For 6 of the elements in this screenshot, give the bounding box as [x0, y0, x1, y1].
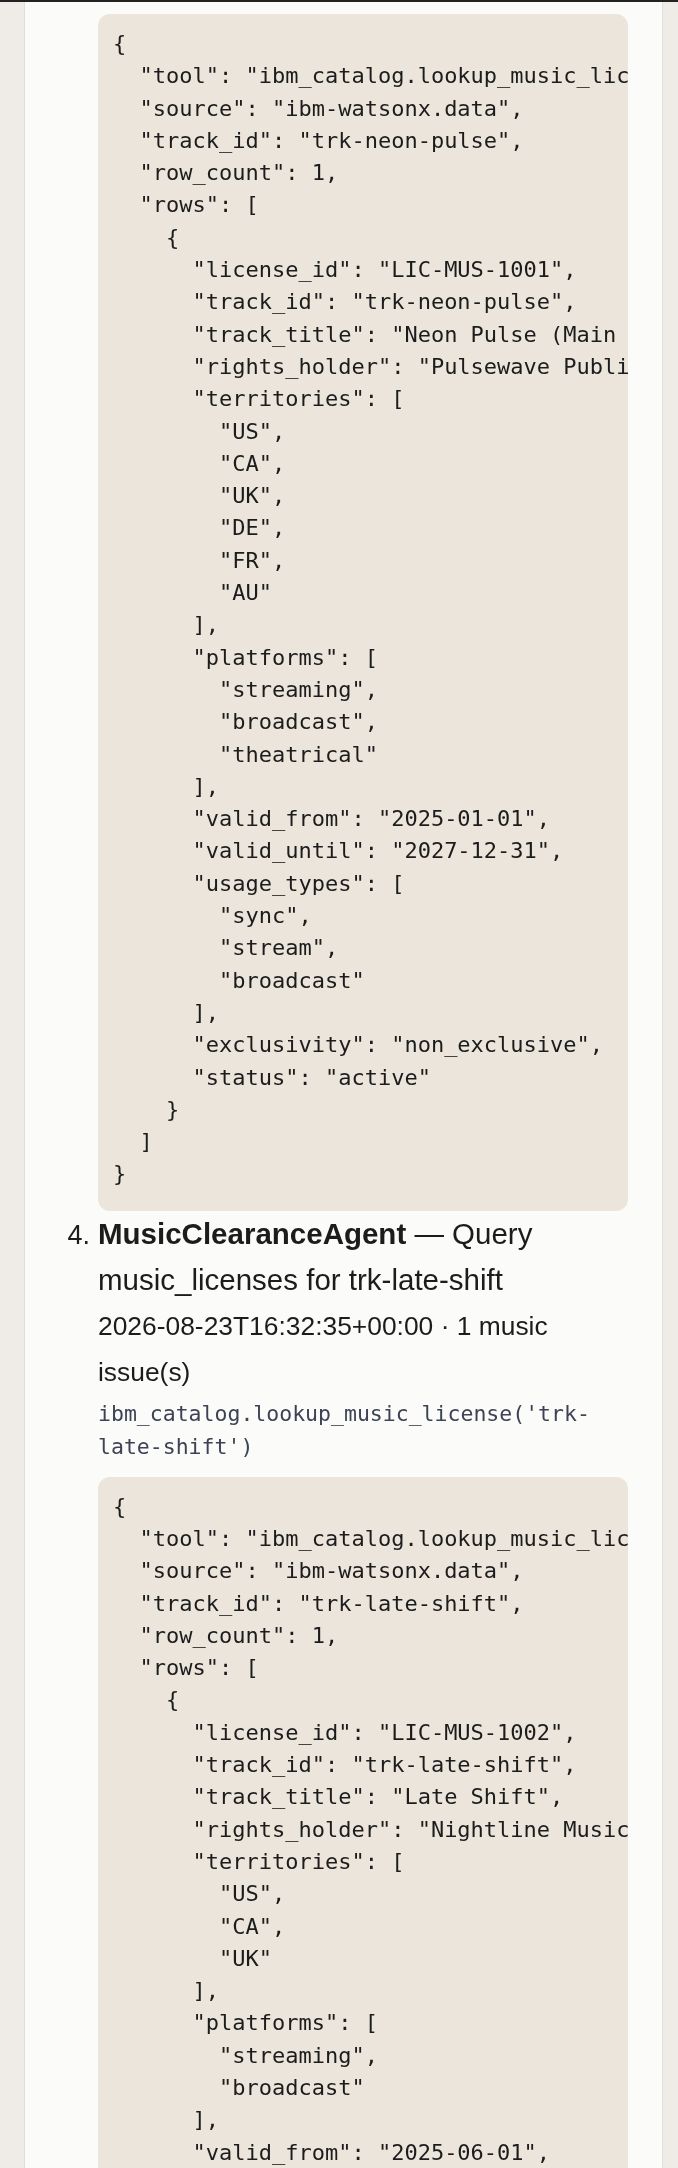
- step-number: 4.: [66, 1219, 91, 1251]
- code-block: { "tool": "ibm_catalog.lookup_music_lic "source": "ibm-watsonx.data", "track_id": "trk-late-shift", "row_count": 1, "rows": [ { "license_id": "LIC-MUS-1002", "track_id": "trk-late-shift", "track_title": "Late Shift", "rights_holder": "Nightline Music "territories": [ "US", "CA", "UK" ], "platforms": [ "streaming", "broadcast" ], "valid_from": "2025-06-01",: [98, 1476, 628, 2168]
- code-block: { "tool": "ibm_catalog.lookup_music_lic "source": "ibm-watsonx.data", "track_id": "trk-neon-pulse", "row_count": 1, "rows": [ { "license_id": "LIC-MUS-1001", "track_id": "trk-neon-pulse", "track_title": "Neon Pulse (Main "rights_holder": "Pulsewave Publi "territories": [ "US", "CA", "UK", "DE", "FR", "AU" ], "platforms": [ "streaming", "broadcast", "theatrical" ], "valid_from": "2025-01-01", "valid_until": "2027-12-31", "usage_types": [ "sync", "stream", "broadcast" ], "exclusivity": "non_exclusive", "status": "active" } ] }: [98, 14, 628, 1211]
- step-heading: MusicClearanceAgent — Query music_licenses for trk-late-shift: [98, 1215, 534, 1298]
- step-meta: 2026-08-23T16:32:35+00:00 · 1 music issue(s): [98, 1309, 549, 1389]
- tool-call: ibm_catalog.lookup_music_license('trk-late-shift'): [98, 1399, 591, 1461]
